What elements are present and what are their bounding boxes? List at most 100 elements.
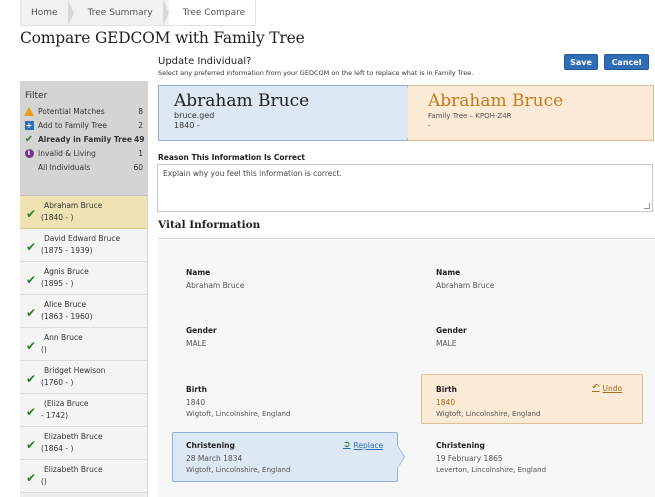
field-value: MALE: [436, 339, 457, 348]
tree-birth-field: Birth 1840 Wigtoft, Lincolnshire, Englan…: [436, 385, 540, 418]
list-item[interactable]: ✔ Agnis Bruce (1895 - ): [20, 262, 147, 295]
check-icon: ✔: [26, 306, 37, 320]
person-name: David Edward Bruce: [44, 234, 121, 243]
list-item[interactable]: ✔ David Edward Bruce (1875 - 1939): [20, 229, 147, 262]
field-place: Wigtoft, Lincolnshire, England: [186, 466, 291, 474]
person-name: Bridget Hewison: [44, 366, 106, 375]
list-item[interactable]: ✔ Alice Bruce (1863 - 1960): [20, 295, 147, 328]
replace-link[interactable]: ➲ Replace: [343, 440, 383, 450]
list-item[interactable]: ✔ Elizabeth Bruce (1864 - ): [20, 427, 147, 460]
field-value: MALE: [186, 339, 207, 348]
person-name: Elizabeth Bruce: [44, 432, 103, 441]
info-icon: i: [24, 148, 34, 158]
field-label: Christening: [436, 441, 485, 450]
filter-label: Potential Matches: [38, 106, 105, 116]
check-icon: ✔: [26, 207, 37, 221]
person-name: Elizabeth Bruce: [44, 465, 103, 474]
family-tree-person-card: Abraham Bruce Family Tree – KPQH-Z4R -: [408, 85, 654, 141]
field-value: Abraham Bruce: [436, 281, 495, 290]
person-name: (Eliza Bruce: [44, 399, 89, 408]
plus-icon: +: [24, 120, 34, 130]
person-dates: (1863 - 1960): [41, 312, 93, 321]
reason-placeholder: Explain why you feel this information is…: [163, 169, 342, 178]
filter-label: Invalid & Living: [38, 148, 96, 158]
person-dates: (): [41, 477, 47, 486]
gedcom-christening-field: Christening 28 March 1834 Wigtoft, Linco…: [186, 441, 290, 474]
person-dates: (1840 - ): [41, 213, 74, 222]
gedcom-dates: 1840 -: [174, 121, 200, 130]
field-label: Name: [436, 268, 461, 277]
gedcom-person-name: Abraham Bruce: [174, 91, 310, 111]
filter-count: 8: [138, 106, 143, 116]
list-item[interactable]: ✔ Abraham Bruce (1840 - ): [20, 196, 147, 229]
person-dates: (1875 - 1939): [41, 246, 93, 255]
breadcrumb-tree-compare: Tree Compare: [168, 0, 256, 25]
gedcom-gender-field: Gender MALE: [186, 326, 217, 348]
filter-invalid-living[interactable]: i Invalid & Living 1: [24, 146, 143, 160]
filter-already-in-family-tree[interactable]: ✔ Already in Family Tree 49: [24, 132, 145, 146]
reason-textarea[interactable]: Explain why you feel this information is…: [157, 164, 653, 212]
filter-title: Filter: [25, 91, 48, 101]
person-list: ✔ Abraham Bruce (1840 - ) ✔ David Edward …: [20, 196, 147, 493]
person-dates: (): [41, 345, 47, 354]
list-item[interactable]: ✔ Ann Bruce (): [20, 328, 147, 361]
vital-information-title: Vital Information: [158, 219, 261, 231]
person-dates: - 1742): [41, 411, 69, 420]
filter-count: 60: [133, 162, 143, 172]
field-label: Christening: [186, 441, 235, 450]
person-name: Abraham Bruce: [44, 201, 103, 210]
replace-arrow-fill: [397, 445, 404, 469]
update-subtitle: Select any preferred information from yo…: [158, 69, 474, 77]
gedcom-name-field: Name Abraham Bruce: [186, 268, 244, 290]
undo-link[interactable]: ↶ Undo: [592, 383, 622, 393]
check-icon: ✔: [26, 339, 37, 353]
tree-name-field: Name Abraham Bruce: [436, 268, 494, 290]
check-icon: ✔: [26, 438, 37, 452]
field-value: 1840: [186, 398, 206, 407]
page-title: Compare GEDCOM with Family Tree: [20, 29, 305, 47]
check-icon: ✔: [26, 471, 37, 485]
field-label: Gender: [436, 326, 467, 335]
undo-icon: ↶: [592, 383, 600, 393]
field-place: Wigtoft, Lincolnshire, England: [186, 410, 291, 418]
family-tree-dates: -: [428, 122, 431, 130]
tree-christening-field: Christening 19 February 1865 Leverton, L…: [436, 441, 546, 474]
list-item[interactable]: ✔ Bridget Hewison (1760 - ): [20, 361, 147, 394]
person-name: Agnis Bruce: [44, 267, 89, 276]
save-button[interactable]: Save: [564, 54, 598, 70]
tree-gender-field: Gender MALE: [436, 326, 467, 348]
check-icon: ✔: [26, 405, 37, 419]
list-item[interactable]: ✔ (Eliza Bruce - 1742): [20, 394, 147, 427]
person-dates: (1760 - ): [41, 378, 74, 387]
divider: [158, 238, 655, 239]
filter-add-to-family-tree[interactable]: + Add to Family Tree 2: [24, 118, 143, 132]
check-icon: ✔: [26, 273, 37, 287]
person-dates: (1864 - ): [41, 444, 74, 453]
field-label: Birth: [186, 385, 207, 394]
filter-label: Already in Family Tree: [38, 134, 132, 144]
field-place: Leverton, Lincolnshire, England: [436, 466, 547, 474]
cancel-button[interactable]: Cancel: [604, 54, 649, 70]
filter-all-individuals[interactable]: All Individuals 60: [24, 160, 143, 174]
filter-count: 2: [138, 120, 143, 130]
warning-icon: [24, 106, 34, 116]
field-value: 1840: [436, 398, 456, 407]
breadcrumb-tree-summary[interactable]: Tree Summary: [74, 0, 163, 25]
reason-label: Reason This Information Is Correct: [158, 153, 306, 162]
filter-potential-matches[interactable]: Potential Matches 8: [24, 104, 143, 118]
check-icon: ✔: [24, 133, 34, 145]
field-value: 28 March 1834: [186, 454, 243, 463]
gedcom-person-card: Abraham Bruce bruce.ged 1840 -: [158, 85, 408, 141]
filter-count: 1: [138, 148, 143, 158]
replace-icon: ➲: [343, 440, 351, 450]
field-label: Gender: [186, 326, 217, 335]
filter-panel: Filter Potential Matches 8 + Add to Fami…: [20, 81, 147, 196]
list-item[interactable]: ✔ Elizabeth Bruce (): [20, 460, 147, 493]
person-name: Alice Bruce: [44, 300, 87, 309]
field-label: Name: [186, 268, 211, 277]
sidebar: Filter Potential Matches 8 + Add to Fami…: [20, 81, 148, 497]
family-tree-person-name: Abraham Bruce: [428, 91, 564, 111]
breadcrumb-home[interactable]: Home: [21, 0, 68, 25]
replace-label: Replace: [353, 440, 384, 450]
resize-handle-icon[interactable]: [644, 203, 650, 209]
